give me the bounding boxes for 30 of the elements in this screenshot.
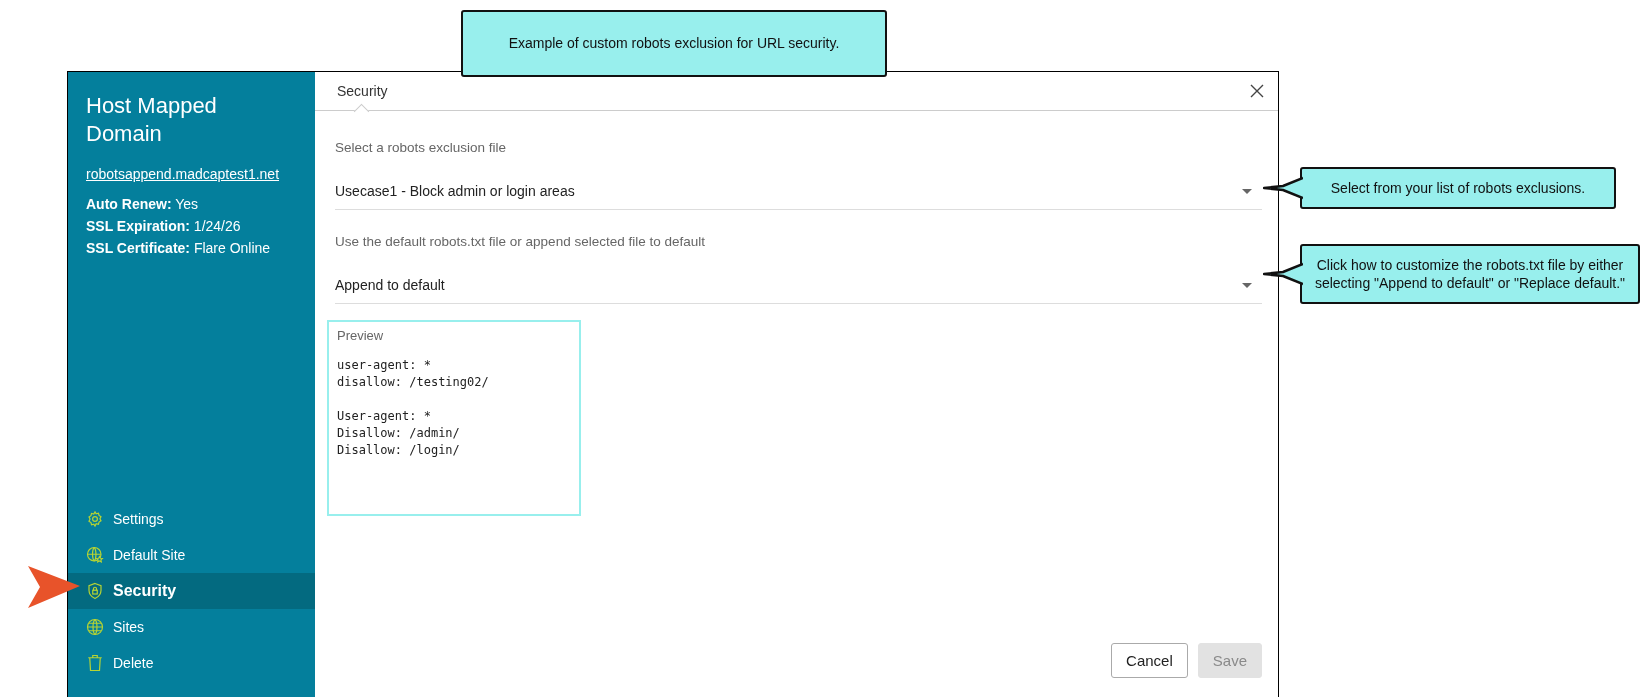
nav-item[interactable]: Sites xyxy=(68,609,315,645)
globe-icon xyxy=(86,618,104,636)
nav-item[interactable]: Security xyxy=(68,573,315,609)
info-text: Auto Renew: Yes xyxy=(86,196,200,212)
field-label: Use the default robots.txt file or append selected file to default xyxy=(335,234,706,249)
globe-star-icon xyxy=(86,546,104,564)
domain-title: Host Mapped Domain xyxy=(86,92,218,148)
preview-label: Preview xyxy=(337,328,385,343)
pointer-arrow-icon xyxy=(28,566,80,608)
caret-icon xyxy=(1242,282,1252,288)
callout-pointer xyxy=(1263,176,1303,200)
callout-pointer xyxy=(1263,262,1303,286)
close-icon[interactable] xyxy=(1250,84,1264,98)
callout: Click how to customize the robots.txt file by either selecting "Append to default" or "Replace default." xyxy=(1300,244,1640,304)
domain-link[interactable]: robotsappend.madcaptest1.net xyxy=(86,166,280,182)
gear-icon xyxy=(86,510,104,528)
nav-item[interactable]: Delete xyxy=(68,645,315,681)
preview-code: user-agent: * disallow: /testing02/ User-agent: * Disallow: /admin/ Disallow: /login/ xyxy=(337,357,490,459)
dialog-button[interactable]: Cancel xyxy=(1111,643,1188,678)
info-text: SSL Certificate: Flare Online xyxy=(86,240,272,256)
caret-icon xyxy=(1242,188,1252,194)
dropdown-field[interactable]: Usecase1 - Block admin or login areas xyxy=(335,183,1262,210)
info-text: SSL Expiration: 1/24/26 xyxy=(86,218,242,234)
dropdown-field[interactable]: Append to default xyxy=(335,277,1262,304)
trash-icon xyxy=(86,654,104,672)
field-label: Select a robots exclusion file xyxy=(335,140,508,155)
nav-item[interactable]: Default Site xyxy=(68,537,315,573)
shield-lock-icon xyxy=(86,582,104,600)
nav-item[interactable]: Settings xyxy=(68,501,315,537)
callout: Example of custom robots exclusion for URL security. xyxy=(461,10,887,77)
